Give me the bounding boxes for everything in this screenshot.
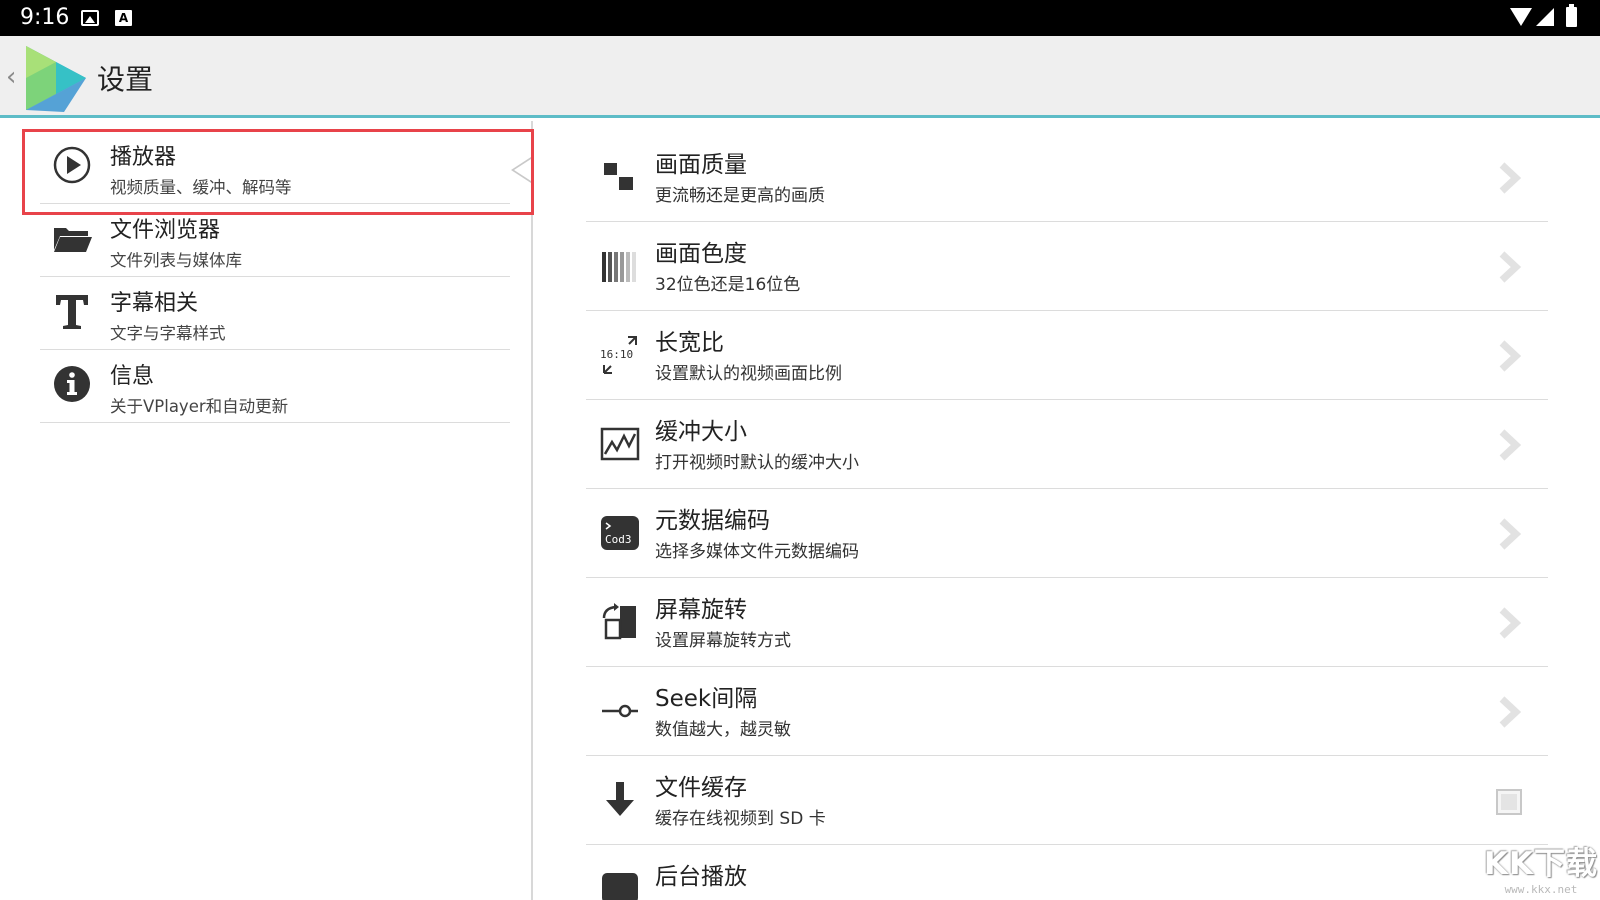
codec-text: Cod3 bbox=[605, 533, 632, 546]
chevron-right-icon bbox=[1499, 518, 1522, 550]
category-subtitle: 关于VPlayer和自动更新 bbox=[110, 397, 289, 416]
setting-row-aspect-ratio[interactable]: 16:10 长宽比 设置默认的视频画面比例 bbox=[586, 311, 1548, 400]
setting-subtitle: 32位色还是16位色 bbox=[655, 275, 801, 295]
setting-title: 缓冲大小 bbox=[655, 419, 747, 445]
setting-title: 画面色度 bbox=[655, 241, 747, 267]
wifi-icon bbox=[1510, 8, 1532, 26]
setting-subtitle: 设置默认的视频画面比例 bbox=[655, 364, 842, 384]
setting-subtitle: 设置屏幕旋转方式 bbox=[655, 631, 791, 651]
cell-signal-icon bbox=[1536, 8, 1554, 26]
setting-row-picture-quality[interactable]: 画面质量 更流畅还是更高的画质 bbox=[586, 133, 1548, 222]
setting-subtitle: 打开视频时默认的缓冲大小 bbox=[655, 453, 859, 473]
text-t-icon bbox=[56, 295, 88, 329]
action-bar: ‹ 设置 bbox=[0, 36, 1600, 118]
setting-title: 元数据编码 bbox=[655, 508, 770, 534]
setting-subtitle: 选择多媒体文件元数据编码 bbox=[655, 542, 859, 562]
codec-icon: Cod3 bbox=[601, 516, 639, 550]
watermark-logo: KK下载 bbox=[1483, 846, 1599, 882]
seek-slider-icon bbox=[602, 704, 638, 718]
page-title: 设置 bbox=[97, 63, 154, 96]
back-chevron-icon[interactable]: ‹ bbox=[6, 62, 16, 92]
chevron-right-icon bbox=[1499, 607, 1522, 639]
battery-icon bbox=[1566, 4, 1577, 27]
file-cache-checkbox[interactable] bbox=[1496, 789, 1522, 815]
download-arrow-icon bbox=[606, 782, 634, 816]
info-icon bbox=[54, 366, 90, 402]
category-title: 文件浏览器 bbox=[110, 218, 221, 243]
selection-highlight bbox=[22, 129, 534, 215]
setting-title: Seek间隔 bbox=[655, 686, 758, 712]
chevron-right-icon bbox=[1499, 429, 1522, 461]
setting-title: 后台播放 bbox=[655, 864, 747, 890]
setting-subtitle: 缓存在线视频到 SD 卡 bbox=[655, 809, 826, 829]
setting-row-metadata-encoding[interactable]: Cod3 元数据编码 选择多媒体文件元数据编码 bbox=[586, 489, 1548, 578]
keyboard-a-icon: A bbox=[115, 10, 132, 26]
category-title: 字幕相关 bbox=[110, 291, 199, 316]
category-item-info[interactable]: 信息 关于VPlayer和自动更新 bbox=[40, 350, 510, 423]
setting-row-screen-rotation[interactable]: 屏幕旋转 设置屏幕旋转方式 bbox=[586, 578, 1548, 667]
setting-title: 文件缓存 bbox=[655, 775, 747, 801]
chevron-right-icon bbox=[1499, 162, 1522, 194]
buffer-graph-icon bbox=[600, 427, 640, 461]
setting-row-file-cache[interactable]: 文件缓存 缓存在线视频到 SD 卡 bbox=[586, 756, 1548, 845]
quality-squares-icon bbox=[604, 163, 633, 190]
watermark-url: www.kkx.net bbox=[1504, 883, 1578, 896]
selected-indicator-icon bbox=[511, 157, 531, 183]
folder-icon bbox=[54, 228, 92, 252]
setting-title: 屏幕旋转 bbox=[655, 597, 747, 623]
category-subtitle: 文字与字幕样式 bbox=[110, 324, 226, 343]
category-subtitle: 文件列表与媒体库 bbox=[110, 251, 242, 270]
setting-subtitle: 数值越大，越灵敏 bbox=[655, 720, 791, 740]
color-bars-icon bbox=[602, 252, 636, 282]
watermark: KK下载 www.kkx.net bbox=[1482, 838, 1600, 900]
settings-category-pane: 播放器 视频质量、缓冲、解码等 文件浏览器 文件列表与媒体库 字幕相关 文字与字… bbox=[0, 121, 533, 900]
image-icon bbox=[81, 10, 99, 26]
aspect-ratio-icon: 16:10 bbox=[600, 336, 637, 374]
setting-title: 长宽比 bbox=[655, 330, 724, 356]
chevron-right-icon bbox=[1499, 340, 1522, 372]
category-title: 信息 bbox=[110, 364, 155, 389]
status-bar: 9:16 A bbox=[0, 0, 1600, 36]
background-play-icon bbox=[602, 873, 638, 900]
app-logo-icon[interactable] bbox=[24, 42, 88, 112]
aspect-ratio-text: 16:10 bbox=[600, 348, 633, 361]
setting-row-color-depth[interactable]: 画面色度 32位色还是16位色 bbox=[586, 222, 1548, 311]
setting-title: 画面质量 bbox=[655, 152, 747, 178]
screen-rotate-icon bbox=[602, 603, 636, 640]
setting-row-seek-interval[interactable]: Seek间隔 数值越大，越灵敏 bbox=[586, 667, 1548, 756]
status-time: 9:16 bbox=[20, 5, 70, 30]
setting-subtitle: 更流畅还是更高的画质 bbox=[655, 186, 825, 206]
chevron-right-icon bbox=[1499, 696, 1522, 728]
setting-row-background-play[interactable]: 后台播放 bbox=[586, 845, 1548, 900]
chevron-right-icon bbox=[1499, 251, 1522, 283]
category-item-subtitles[interactable]: 字幕相关 文字与字幕样式 bbox=[40, 277, 510, 350]
setting-row-buffer-size[interactable]: 缓冲大小 打开视频时默认的缓冲大小 bbox=[586, 400, 1548, 489]
